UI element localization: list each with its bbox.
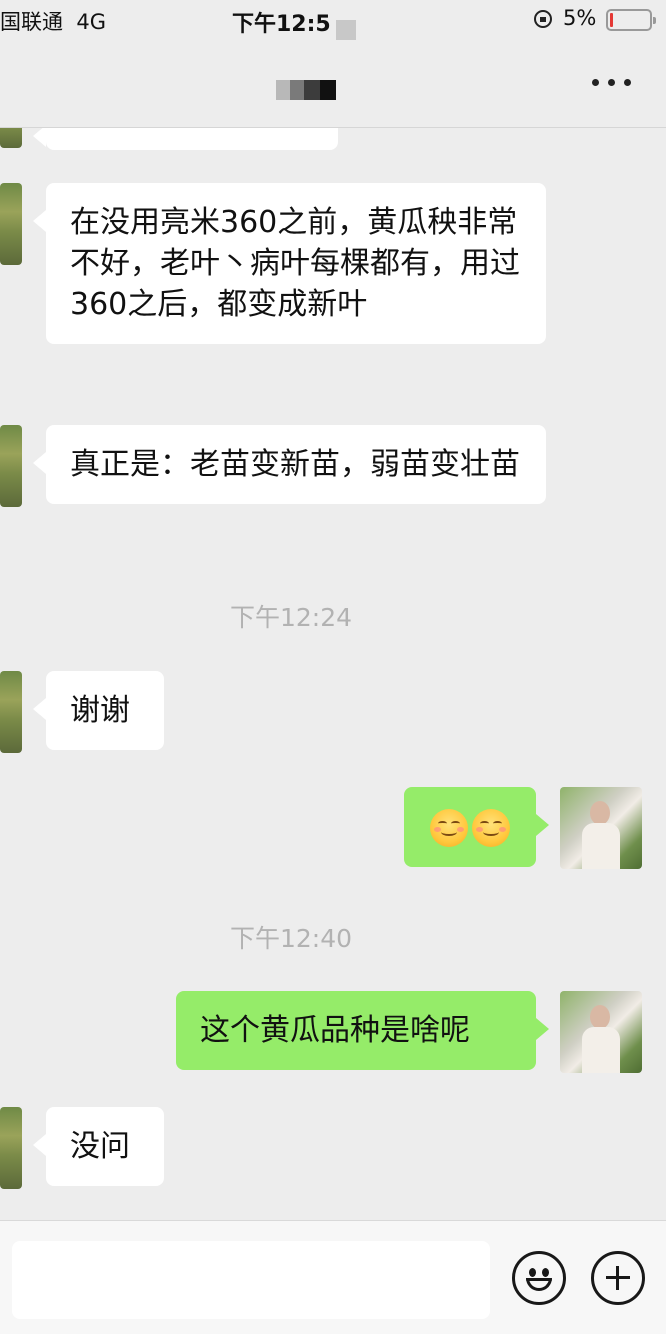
battery-level	[610, 13, 613, 27]
contact-avatar[interactable]	[0, 128, 22, 148]
message-bubble-incoming: 在没用亮米360之前，黄瓜秧非常不好，老叶丶病叶每棵都有，用过360之后，都变成…	[33, 183, 546, 344]
smiling-face-emoji	[430, 808, 468, 847]
network-type: 4G	[76, 10, 106, 34]
chat-message-list[interactable]: 在没用亮米360之前，黄瓜秧非常不好，老叶丶病叶每棵都有，用过360之后，都变成…	[0, 128, 666, 1220]
battery-icon	[606, 9, 656, 31]
orientation-lock-icon	[534, 10, 552, 28]
message-input[interactable]	[12, 1241, 490, 1319]
chat-header	[0, 40, 666, 128]
time-redaction	[336, 20, 356, 40]
message-bubble-incoming: 谢谢	[33, 671, 164, 750]
emoji-icon[interactable]	[512, 1251, 566, 1305]
message-bubble-incoming: 真正是：老苗变新苗，弱苗变壮苗	[33, 425, 546, 504]
message-bubble-incoming: 没问	[33, 1107, 164, 1186]
my-avatar[interactable]	[560, 991, 642, 1073]
contact-avatar[interactable]	[0, 671, 22, 753]
carrier-label: 国联通 4G	[0, 6, 106, 36]
message-bubble-outgoing	[404, 787, 549, 867]
more-options-icon[interactable]	[592, 78, 632, 88]
chat-title-redacted	[276, 80, 336, 100]
battery-percent: 5%	[563, 6, 597, 30]
contact-avatar[interactable]	[0, 183, 22, 265]
carrier-name: 国联通	[0, 10, 63, 34]
contact-avatar[interactable]	[0, 425, 22, 507]
smiling-face-emoji	[472, 808, 510, 847]
message-timestamp: 下午12:40	[229, 924, 353, 953]
message-bubble-partial	[33, 128, 338, 150]
contact-avatar[interactable]	[0, 1107, 22, 1189]
status-time: 下午12:5	[232, 12, 331, 37]
message-input-bar	[0, 1220, 666, 1334]
status-bar: 国联通 4G 下午12:5 5%	[0, 0, 666, 40]
plus-icon[interactable]	[591, 1251, 645, 1305]
message-timestamp: 下午12:24	[229, 603, 353, 632]
message-bubble-outgoing: 这个黄瓜品种是啥呢	[176, 991, 549, 1070]
my-avatar[interactable]	[560, 787, 642, 869]
